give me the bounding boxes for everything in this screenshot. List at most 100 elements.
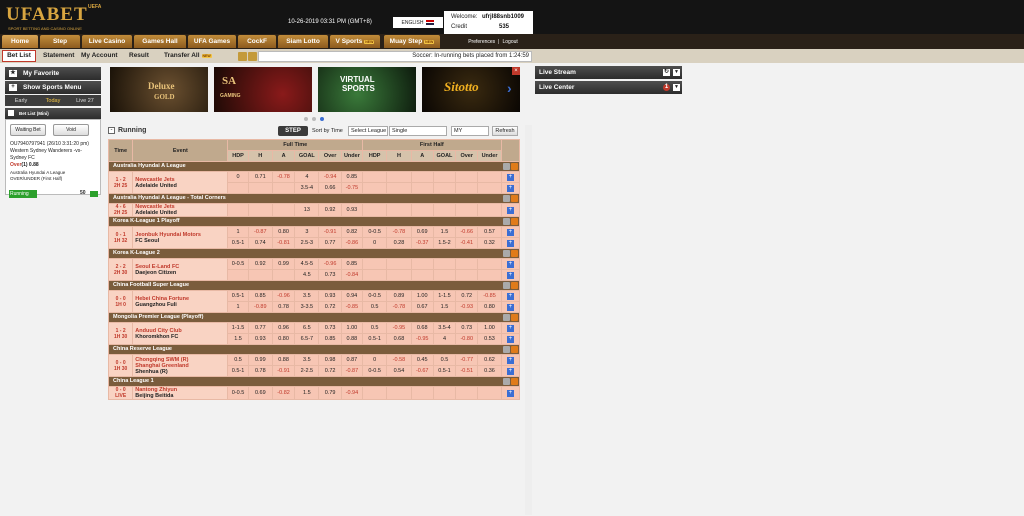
odds-cell[interactable]: -0.78 <box>386 301 412 313</box>
odds-cell[interactable]: -0.91 <box>318 226 342 238</box>
odds-cell[interactable]: 0 <box>362 237 388 249</box>
plus-icon[interactable]: + <box>506 260 514 268</box>
odds-cell[interactable]: -0.93 <box>455 301 479 313</box>
brand-logo[interactable]: UFABET UEFA SPORT BETTING AND CASINO ONL… <box>6 4 116 32</box>
odds-cell[interactable]: 4.5-5 <box>294 258 320 270</box>
odds-cell[interactable]: 0.72 <box>318 365 342 377</box>
odds-cell[interactable]: -0.91 <box>271 365 296 377</box>
odds-cell[interactable]: 0.32 <box>477 237 502 249</box>
odds-cell[interactable]: 1.00 <box>410 290 434 302</box>
banner-sa-gaming[interactable]: SA GAMING <box>214 67 312 112</box>
league-row[interactable]: Korea K-League 1 Playoff <box>108 216 520 227</box>
plus-icon[interactable]: + <box>506 356 514 364</box>
odds-cell[interactable]: -0.80 <box>455 333 479 345</box>
odds-cell[interactable]: 0.89 <box>386 290 412 302</box>
odds-cell[interactable]: 0.85 <box>340 171 364 183</box>
odds-cell[interactable]: 0.79 <box>318 386 342 400</box>
odds-cell[interactable]: 1-1.5 <box>227 322 249 334</box>
odds-cell[interactable]: 3.5 <box>294 354 320 366</box>
odds-type-select[interactable]: MY <box>451 126 489 136</box>
tab-today[interactable]: Today <box>37 95 69 106</box>
plus-icon[interactable]: + <box>506 367 514 375</box>
odds-cell[interactable]: -0.85 <box>340 301 364 313</box>
match-event-cell[interactable]: Newcastle Jets Adelaide United <box>132 203 229 217</box>
refresh-icon[interactable] <box>503 218 510 225</box>
odds-cell[interactable]: 1.5 <box>432 301 457 313</box>
odds-cell[interactable]: 1 <box>227 226 249 238</box>
sort-by-time[interactable]: Sort by Time <box>312 128 343 134</box>
logout-link[interactable]: Logout <box>502 39 517 45</box>
odds-cell[interactable]: 0.66 <box>318 182 342 194</box>
odds-cell[interactable]: 0.78 <box>247 365 273 377</box>
odds-cell[interactable]: -0.87 <box>340 365 364 377</box>
refresh-icon[interactable] <box>503 195 510 202</box>
tab-cockf[interactable]: CockF <box>238 35 276 48</box>
odds-cell[interactable]: -0.67 <box>410 365 434 377</box>
odds-cell[interactable]: -0.82 <box>271 386 296 400</box>
odds-cell[interactable]: 0.80 <box>271 333 296 345</box>
odds-cell[interactable]: 0.69 <box>410 226 434 238</box>
odds-cell[interactable]: 3 <box>294 226 320 238</box>
odds-cell[interactable]: 0.5 <box>432 354 457 366</box>
tab-v-sports[interactable]: V Sports NEW <box>330 35 380 48</box>
odds-cell[interactable]: -0.96 <box>318 258 342 270</box>
refresh-icon[interactable] <box>503 378 510 385</box>
favorite-icon[interactable] <box>511 346 518 353</box>
odds-cell[interactable]: 0-0.5 <box>362 365 388 377</box>
odds-cell[interactable]: 0.80 <box>477 301 502 313</box>
odds-cell[interactable]: 1.00 <box>340 322 364 334</box>
match-event-cell[interactable]: Jeonbuk Hyundai Motors FC Seoul <box>132 226 229 249</box>
odds-cell[interactable]: 0.68 <box>386 333 412 345</box>
refresh-icon[interactable] <box>503 346 510 353</box>
odds-cell[interactable]: -0.66 <box>455 226 479 238</box>
odds-cell[interactable]: 0.5 <box>362 301 388 313</box>
odds-cell[interactable]: -0.78 <box>271 171 296 183</box>
favorite-icon[interactable] <box>511 314 518 321</box>
odds-cell[interactable]: 0.98 <box>318 354 342 366</box>
bet-list-link[interactable]: Bet List <box>2 50 36 62</box>
refresh-icon[interactable] <box>503 282 510 289</box>
match-event-cell[interactable]: Nantong Zhiyun Beijing Beitida <box>132 386 229 400</box>
league-row[interactable]: Mongolia Premier League (Playoff) <box>108 312 520 323</box>
odds-cell[interactable]: 0.78 <box>271 301 296 313</box>
odds-cell[interactable]: 0.88 <box>271 354 296 366</box>
odds-cell[interactable]: 2-2.5 <box>294 365 320 377</box>
favorite-icon[interactable] <box>511 195 518 202</box>
odds-cell[interactable]: 0-0.5 <box>227 386 249 400</box>
favorite-icon[interactable] <box>511 378 518 385</box>
odds-cell[interactable]: 0.96 <box>271 322 296 334</box>
banner-sitotto[interactable]: Sitotto <box>422 67 520 112</box>
tab-games-hall[interactable]: Games Hall <box>134 35 186 48</box>
odds-cell[interactable]: -0.95 <box>386 322 412 334</box>
chevron-down-icon[interactable]: ▼ <box>673 84 680 91</box>
odds-cell[interactable]: 0.5-1 <box>362 333 388 345</box>
odds-cell[interactable]: -0.58 <box>386 354 412 366</box>
odds-cell[interactable]: 4 <box>294 171 320 183</box>
odds-cell[interactable]: 0.28 <box>386 237 412 249</box>
league-row[interactable]: China Reserve League <box>108 344 520 355</box>
odds-cell[interactable]: -0.37 <box>410 237 434 249</box>
chevron-down-icon[interactable]: ▼ <box>673 69 680 76</box>
plus-icon[interactable]: + <box>506 184 514 192</box>
select-league[interactable]: Select League <box>348 126 388 136</box>
odds-cell[interactable]: 1 <box>227 301 249 313</box>
odds-cell[interactable]: 3.5 <box>294 290 320 302</box>
tab-live[interactable]: Live 27 <box>69 95 101 106</box>
odds-cell[interactable]: -0.84 <box>340 269 364 281</box>
plus-icon[interactable]: + <box>506 239 514 247</box>
odds-cell[interactable]: -0.78 <box>386 226 412 238</box>
odds-cell[interactable]: 0.57 <box>477 226 502 238</box>
bet-list-mini-bar[interactable]: Bet List (Mini) <box>5 108 101 119</box>
plus-icon[interactable]: + <box>506 389 514 397</box>
plus-icon[interactable]: + <box>506 271 514 279</box>
odds-cell[interactable]: 0.45 <box>410 354 434 366</box>
odds-cell[interactable]: -0.75 <box>340 182 364 194</box>
plus-icon[interactable]: + <box>506 173 514 181</box>
odds-cell[interactable]: 0.87 <box>340 354 364 366</box>
odds-cell[interactable]: 0.36 <box>477 365 502 377</box>
plus-icon[interactable]: + <box>506 228 514 236</box>
odds-cell[interactable]: 6.5-7 <box>294 333 320 345</box>
odds-cell[interactable]: 0.5 <box>362 322 388 334</box>
odds-cell[interactable]: 0.93 <box>340 203 364 217</box>
scrollbar[interactable] <box>525 125 532 515</box>
